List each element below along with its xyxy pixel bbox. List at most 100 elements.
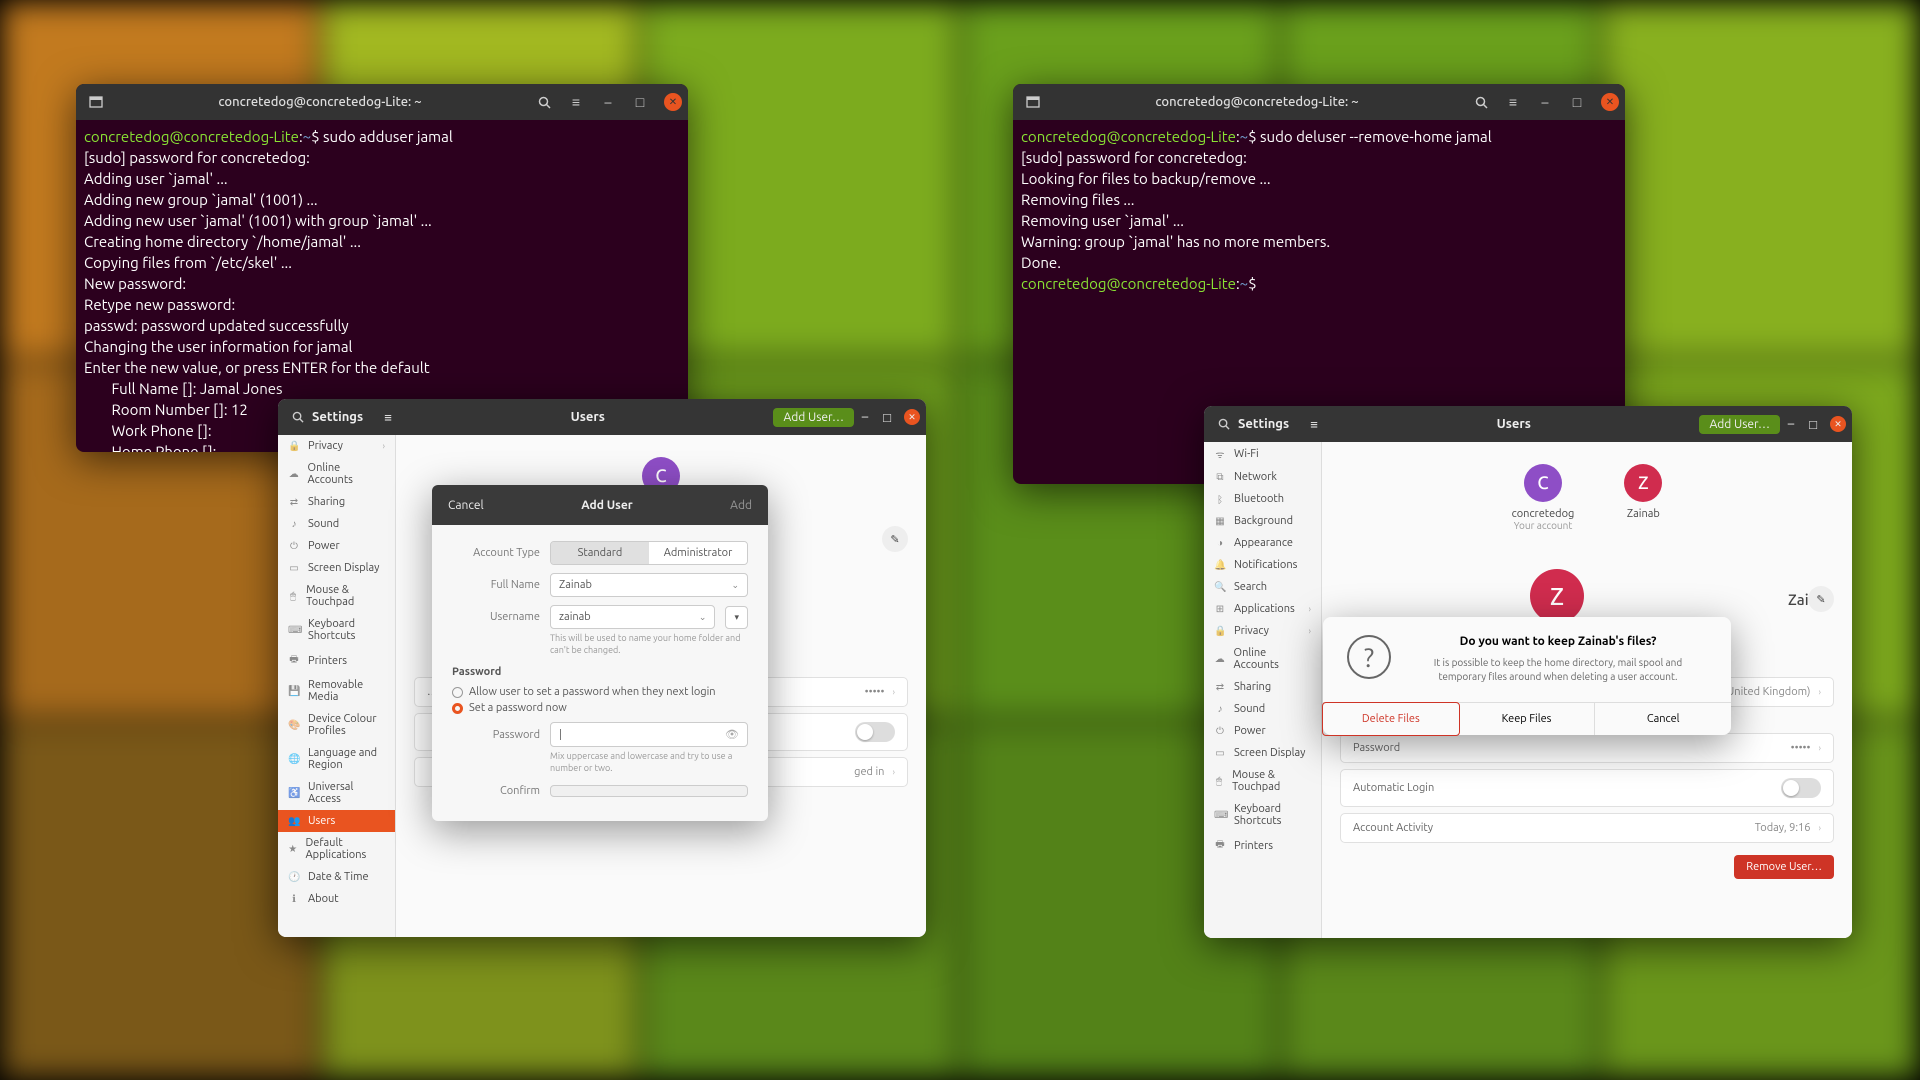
chevron-right-icon: › — [1308, 626, 1311, 636]
sidebar-item-sound[interactable]: ♪Sound — [1204, 698, 1321, 720]
sidebar-item-screen-display[interactable]: ▭Screen Display — [1204, 742, 1321, 764]
administrator-option[interactable]: Administrator — [649, 542, 747, 564]
sidebar-item-language-and-region[interactable]: 🌐Language and Region — [278, 742, 395, 776]
add-button[interactable]: Add — [714, 485, 768, 525]
sidebar-item-sharing[interactable]: ⇄Sharing — [1204, 676, 1321, 698]
add-user-dialog: Cancel Add User Add Account Type Standar… — [432, 485, 768, 821]
sidebar-item-privacy[interactable]: 🔒Privacy› — [278, 435, 395, 457]
search-icon[interactable] — [1467, 89, 1495, 115]
sidebar-item-bluetooth[interactable]: ᛒBluetooth — [1204, 488, 1321, 510]
user-avatar-zainab[interactable]: ZZainab — [1624, 464, 1662, 531]
new-tab-button[interactable] — [82, 89, 110, 115]
search-icon[interactable] — [530, 89, 558, 115]
add-user-button[interactable]: Add User… — [773, 408, 854, 427]
search-icon[interactable] — [1210, 412, 1238, 436]
password-row[interactable]: Password•••••› — [1340, 733, 1834, 763]
search-icon[interactable] — [284, 405, 312, 429]
minimize-button[interactable]: – — [1531, 89, 1559, 115]
username-input[interactable]: zainab⌄ — [550, 605, 715, 629]
maximize-button[interactable]: □ — [1802, 412, 1824, 436]
full-name-input[interactable]: Zainab⌄ — [550, 573, 748, 597]
sidebar-item-search[interactable]: 🔍Search — [1204, 576, 1321, 598]
delete-files-button[interactable]: Delete Files — [1322, 702, 1460, 736]
hamburger-menu-icon[interactable]: ≡ — [1499, 89, 1527, 115]
sidebar-item-sound[interactable]: ♪Sound — [278, 513, 395, 535]
sidebar-item-keyboard-shortcuts[interactable]: ⌨Keyboard Shortcuts — [1204, 798, 1321, 832]
sidebar-item-screen-display[interactable]: ▭Screen Display — [278, 557, 395, 579]
sidebar-item-power[interactable]: ⏻Power — [278, 535, 395, 557]
sidebar-item-power[interactable]: ⏻Power — [1204, 720, 1321, 742]
sidebar-item-universal-access[interactable]: ♿Universal Access — [278, 776, 395, 810]
sidebar-item-appearance[interactable]: ◑Appearance — [1204, 532, 1321, 554]
sidebar-item-users[interactable]: 👥Users — [278, 810, 395, 832]
maximize-button[interactable]: □ — [1563, 89, 1591, 115]
settings-headerbar[interactable]: Settings ≡ Users Add User… – □ ✕ — [278, 399, 926, 435]
sidebar-item-notifications[interactable]: 🔔Notifications — [1204, 554, 1321, 576]
autologin-toggle[interactable] — [1781, 778, 1821, 798]
toggle[interactable] — [855, 722, 895, 742]
sidebar-item-mouse-touchpad[interactable]: 🖱Mouse & Touchpad — [278, 579, 395, 613]
remove-user-button[interactable]: Remove User… — [1734, 855, 1834, 879]
hamburger-menu-icon[interactable]: ≡ — [1300, 412, 1328, 436]
maximize-button[interactable]: □ — [626, 89, 654, 115]
password-input[interactable]: |👁 — [550, 722, 748, 747]
username-menu-button[interactable]: ▾ — [725, 606, 748, 629]
sidebar-item-keyboard-shortcuts[interactable]: ⌨Keyboard Shortcuts — [278, 613, 395, 647]
close-button[interactable]: ✕ — [904, 409, 920, 425]
sidebar-item-online-accounts[interactable]: ☁Online Accounts — [1204, 642, 1321, 676]
minimize-button[interactable]: – — [1780, 412, 1802, 436]
maximize-button[interactable]: □ — [876, 405, 898, 429]
cancel-button[interactable]: Cancel — [1595, 703, 1731, 735]
close-button[interactable]: ✕ — [1830, 416, 1846, 432]
sidebar-item-label: Keyboard Shortcuts — [308, 618, 385, 642]
sidebar-item-sharing[interactable]: ⇄Sharing — [278, 491, 395, 513]
confirm-input[interactable] — [550, 785, 748, 797]
radio-set-now[interactable]: Set a password now — [452, 702, 748, 714]
dialog-header[interactable]: Cancel Add User Add — [432, 485, 768, 525]
standard-option[interactable]: Standard — [551, 542, 649, 564]
sidebar-icon: ⏻ — [1214, 725, 1226, 737]
sidebar-item-wi-fi[interactable]: ᯤWi-Fi — [1204, 442, 1321, 466]
sidebar-item-mouse-touchpad[interactable]: 🖱Mouse & Touchpad — [1204, 764, 1321, 798]
hamburger-menu-icon[interactable]: ≡ — [374, 405, 402, 429]
autologin-row[interactable]: Automatic Login — [1340, 769, 1834, 807]
terminal-titlebar[interactable]: concretedog@concretedog-Lite: ~ ≡ – □ ✕ — [1013, 84, 1625, 120]
sidebar-item-background[interactable]: ▦Background — [1204, 510, 1321, 532]
add-user-button[interactable]: Add User… — [1699, 415, 1780, 434]
sidebar-item-device-colour-profiles[interactable]: 🎨Device Colour Profiles — [278, 708, 395, 742]
edit-button[interactable]: ✎ — [1808, 586, 1834, 612]
account-type-toggle[interactable]: Standard Administrator — [550, 541, 748, 565]
sidebar-item-applications[interactable]: ⊞Applications› — [1204, 598, 1321, 620]
sidebar-item-printers[interactable]: 🖶Printers — [1204, 832, 1321, 859]
user-avatar-concretedog[interactable]: CconcretedogYour account — [1512, 464, 1575, 531]
sidebar-item-about[interactable]: ℹAbout — [278, 888, 395, 910]
radio-set-later[interactable]: Allow user to set a password when they n… — [452, 686, 748, 698]
sidebar-item-default-applications[interactable]: ★Default Applications — [278, 832, 395, 866]
terminal-titlebar[interactable]: concretedog@concretedog-Lite: ~ ≡ – □ ✕ — [76, 84, 688, 120]
settings-sidebar[interactable]: ᯤWi-Fi⧉NetworkᛒBluetooth▦Background◑Appe… — [1204, 442, 1322, 938]
sidebar-item-printers[interactable]: 🖶Printers — [278, 647, 395, 674]
sidebar-icon: 🖶 — [1214, 837, 1226, 854]
sidebar-icon: 🎨 — [288, 719, 300, 731]
close-button[interactable]: ✕ — [664, 93, 682, 111]
sidebar-item-network[interactable]: ⧉Network — [1204, 466, 1321, 488]
chevron-down-icon[interactable]: ⌄ — [731, 580, 739, 591]
minimize-button[interactable]: – — [594, 89, 622, 115]
settings-headerbar[interactable]: Settings ≡ Users Add User… – □ ✕ — [1204, 406, 1852, 442]
reveal-password-icon[interactable]: 👁 — [725, 728, 739, 741]
sidebar-item-date-time[interactable]: 🕐Date & Time — [278, 866, 395, 888]
activity-row[interactable]: Account ActivityToday, 9:16› — [1340, 813, 1834, 843]
keep-files-button[interactable]: Keep Files — [1459, 703, 1596, 735]
edit-button[interactable]: ✎ — [882, 526, 908, 552]
chevron-down-icon[interactable]: ⌄ — [699, 612, 707, 623]
sidebar-item-privacy[interactable]: 🔒Privacy› — [1204, 620, 1321, 642]
close-button[interactable]: ✕ — [1601, 93, 1619, 111]
terminal-output[interactable]: concretedog@concretedog-Lite:~$ sudo del… — [1013, 120, 1625, 300]
settings-sidebar[interactable]: 🔒Privacy›☁Online Accounts⇄Sharing♪Sound⏻… — [278, 435, 396, 937]
new-tab-button[interactable] — [1019, 89, 1047, 115]
cancel-button[interactable]: Cancel — [432, 485, 500, 525]
minimize-button[interactable]: – — [854, 405, 876, 429]
sidebar-item-online-accounts[interactable]: ☁Online Accounts — [278, 457, 395, 491]
hamburger-menu-icon[interactable]: ≡ — [562, 89, 590, 115]
sidebar-item-removable-media[interactable]: 💾Removable Media — [278, 674, 395, 708]
